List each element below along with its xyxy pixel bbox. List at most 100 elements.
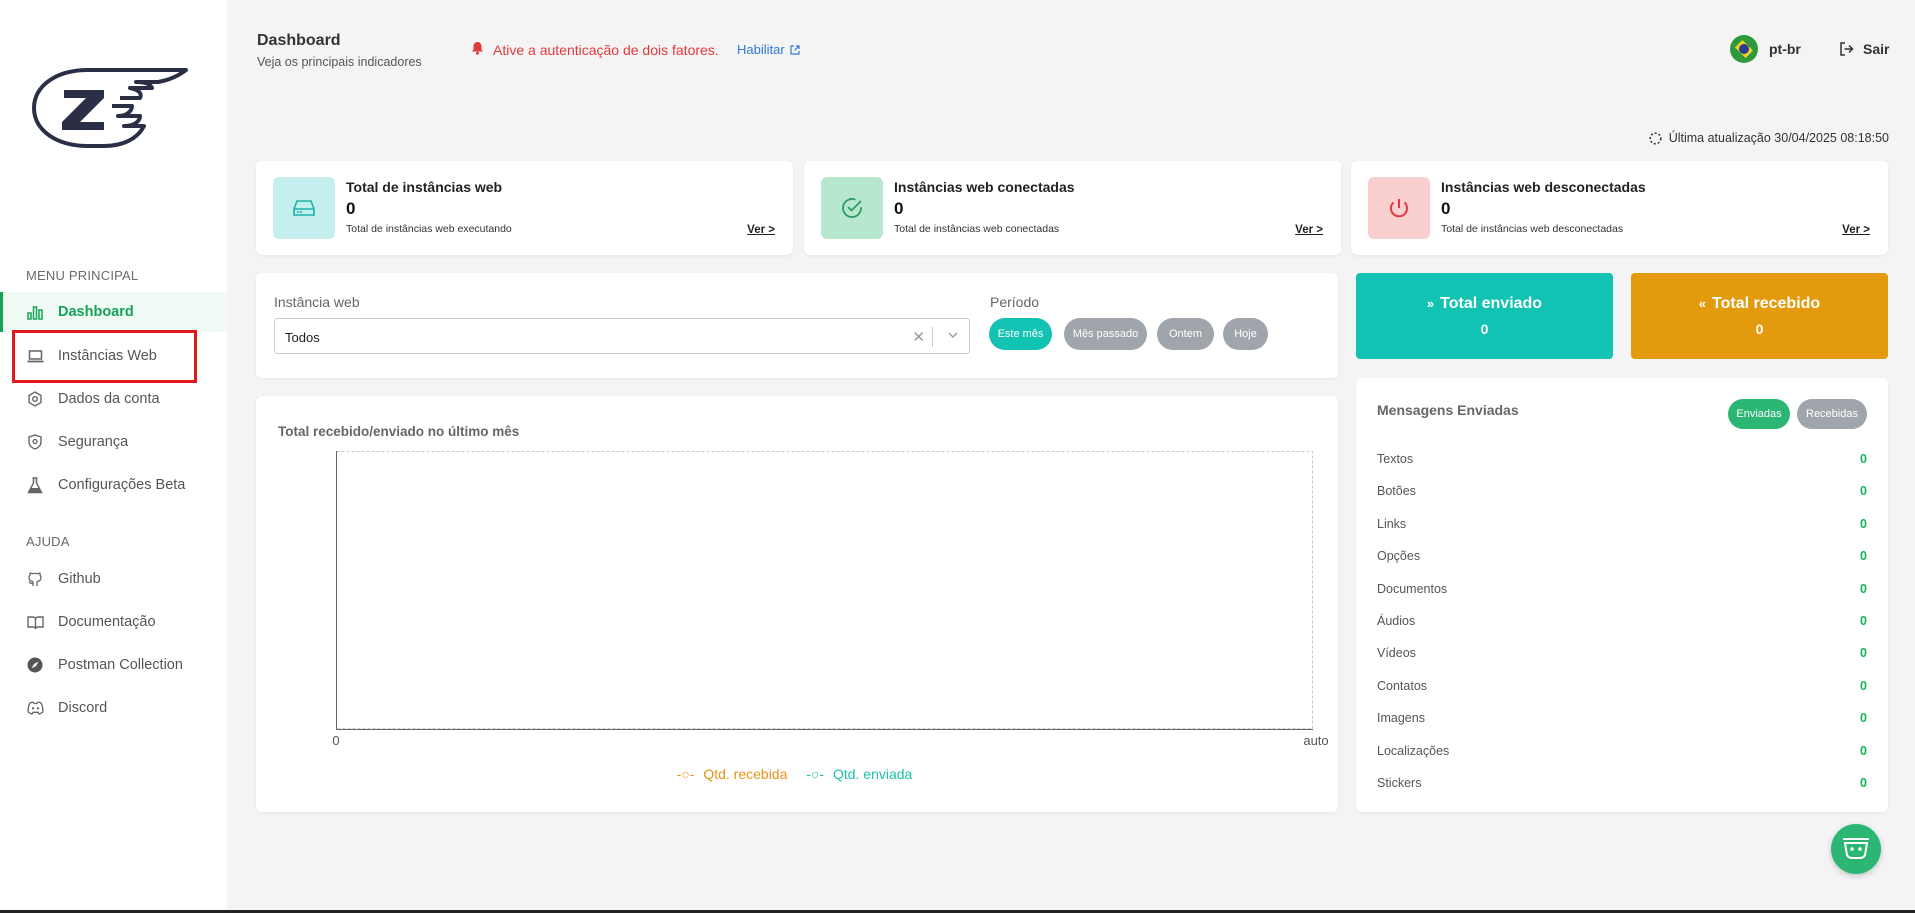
message-type-label: Localizações (1377, 743, 1450, 758)
message-type-label: Documentos (1377, 581, 1448, 596)
x-tick-label: 0 (332, 733, 339, 746)
message-type-count: 0 (1860, 549, 1867, 564)
message-type-count: 0 (1860, 484, 1867, 499)
list-item: Stickers 0 (1377, 776, 1867, 796)
menu-heading-main: MENU PRINCIPAL (26, 268, 139, 283)
page-subtitle: Veja os principais indicadores (257, 55, 422, 69)
sidebar-item-label: Discord (58, 700, 108, 716)
message-type-label: Contatos (1377, 678, 1428, 693)
list-item: Opções 0 (1377, 549, 1867, 569)
loading-spinner-icon (1649, 131, 1662, 145)
sidebar-item-dashboard[interactable]: Dashboard (0, 292, 227, 332)
stat-description: Total de instâncias web conectadas (894, 223, 1060, 235)
list-item: Links 0 (1377, 517, 1867, 537)
stat-title: Instâncias web conectadas (894, 179, 1075, 195)
stat-value: 0 (346, 199, 356, 218)
list-item: Localizações 0 (1377, 744, 1867, 764)
line-chart: 0 auto (332, 451, 1329, 746)
chat-bot-icon (1843, 838, 1869, 859)
logout-button[interactable]: Sair (1839, 41, 1889, 57)
message-type-label: Stickers (1377, 776, 1422, 790)
sidebar-item-configuracoes-beta[interactable]: Configurações Beta (0, 465, 227, 505)
message-type-label: Imagens (1377, 711, 1425, 726)
shield-icon (26, 433, 44, 451)
message-type-count: 0 (1860, 678, 1867, 693)
message-type-count: 0 (1860, 614, 1867, 628)
hard-drive-icon (273, 177, 335, 239)
stat-value: 0 (1441, 199, 1451, 218)
total-sent-card[interactable]: » Total enviado 0 (1356, 273, 1613, 359)
sidebar-item-documentacao[interactable]: Documentação (0, 602, 227, 642)
messages-title: Mensagens Enviadas (1377, 402, 1519, 418)
tab-received[interactable]: Recebidas (1797, 399, 1867, 429)
period-filter-label: Período (990, 294, 1040, 310)
sidebar-item-label: Documentação (58, 614, 156, 630)
chat-widget-button[interactable] (1831, 824, 1881, 874)
logout-label: Sair (1863, 41, 1890, 57)
legend-item-sent[interactable]: -○- Qtd. enviada (806, 766, 917, 782)
gear-icon (26, 390, 44, 408)
language-selector[interactable]: pt-br (1730, 35, 1801, 63)
stat-card-connected-instances: Instâncias web conectadas 0 Total de ins… (804, 161, 1341, 255)
sidebar-item-seguranca[interactable]: Segurança (0, 422, 227, 462)
compass-icon (26, 656, 44, 674)
legend-item-received[interactable]: -○- Qtd. recebida (677, 766, 793, 782)
period-today-button[interactable]: Hoje (1223, 318, 1268, 350)
x-tick-label: auto (1303, 733, 1328, 746)
enable-2fa-label: Habilitar (737, 42, 785, 57)
period-yesterday-button[interactable]: Ontem (1157, 318, 1214, 350)
bell-icon (471, 41, 484, 58)
sidebar-item-label: Segurança (58, 434, 129, 450)
view-total-instances-link[interactable]: Ver > (747, 224, 775, 236)
language-label: pt-br (1769, 41, 1801, 57)
two-factor-alert: Ative a autenticação de dois fatores. (471, 41, 719, 58)
message-type-count: 0 (1860, 452, 1867, 466)
list-item: Textos 0 (1377, 452, 1867, 472)
message-type-count: 0 (1860, 516, 1867, 531)
sidebar-item-label: Postman Collection (58, 657, 183, 673)
legend-label: Qtd. recebida (703, 766, 788, 782)
sidebar-item-label: Github (58, 571, 101, 587)
sidebar-item-dados-da-conta[interactable]: Dados da conta (0, 379, 227, 419)
sidebar-item-discord[interactable]: Discord (0, 688, 227, 728)
enable-2fa-link[interactable]: Habilitar (737, 42, 800, 57)
stat-description: Total de instâncias web executando (346, 223, 512, 235)
sidebar-item-postman-collection[interactable]: Postman Collection (0, 645, 227, 685)
total-received-value: 0 (1755, 321, 1764, 337)
total-received-label: Total recebido (1712, 295, 1821, 312)
menu-heading-help: AJUDA (26, 534, 70, 549)
sidebar-item-label: Configurações Beta (58, 477, 186, 493)
chart-legend: -○- Qtd. recebida -○- Qtd. enviada (256, 766, 1338, 782)
messages-card: Mensagens Enviadas Enviadas Recebidas Te… (1356, 378, 1888, 812)
instance-select[interactable]: Todos ✕ (274, 318, 970, 354)
message-type-label: Links (1377, 516, 1407, 531)
chevron-down-icon[interactable] (947, 329, 959, 344)
sidebar-item-label: Dashboard (58, 304, 134, 320)
total-sent-label: Total enviado (1440, 295, 1543, 312)
instance-select-value: Todos (285, 330, 320, 345)
period-this-month-button[interactable]: Este mês (989, 318, 1052, 350)
view-connected-instances-link[interactable]: Ver > (1295, 224, 1323, 236)
list-item: Vídeos 0 (1377, 646, 1867, 666)
message-type-label: Vídeos (1377, 646, 1416, 661)
sidebar-item-github[interactable]: Github (0, 559, 227, 599)
list-item: Documentos 0 (1377, 582, 1867, 602)
last-update-text: Última atualização 30/04/2025 08:18:50 (1668, 131, 1889, 145)
message-type-count: 0 (1860, 711, 1867, 726)
stat-title: Instâncias web desconectadas (1441, 179, 1646, 195)
legend-label: Qtd. enviada (832, 766, 913, 782)
sidebar: MENU PRINCIPAL Dashboard Instâncias Web … (0, 0, 227, 910)
period-last-month-button[interactable]: Mês passado (1064, 318, 1147, 350)
clear-icon[interactable]: ✕ (912, 328, 925, 346)
double-chevron-left-icon: « (1698, 296, 1707, 311)
page-title: Dashboard (257, 32, 341, 49)
total-received-card[interactable]: « Total recebido 0 (1631, 273, 1888, 359)
message-type-label: Botões (1377, 484, 1416, 499)
github-icon (26, 570, 44, 588)
tab-sent[interactable]: Enviadas (1728, 399, 1790, 429)
list-item: Contatos 0 (1377, 679, 1867, 699)
total-sent-value: 0 (1480, 321, 1489, 337)
view-disconnected-instances-link[interactable]: Ver > (1842, 224, 1870, 236)
list-item: Botões 0 (1377, 484, 1867, 504)
alert-text: Ative a autenticação de dois fatores. (493, 41, 719, 58)
